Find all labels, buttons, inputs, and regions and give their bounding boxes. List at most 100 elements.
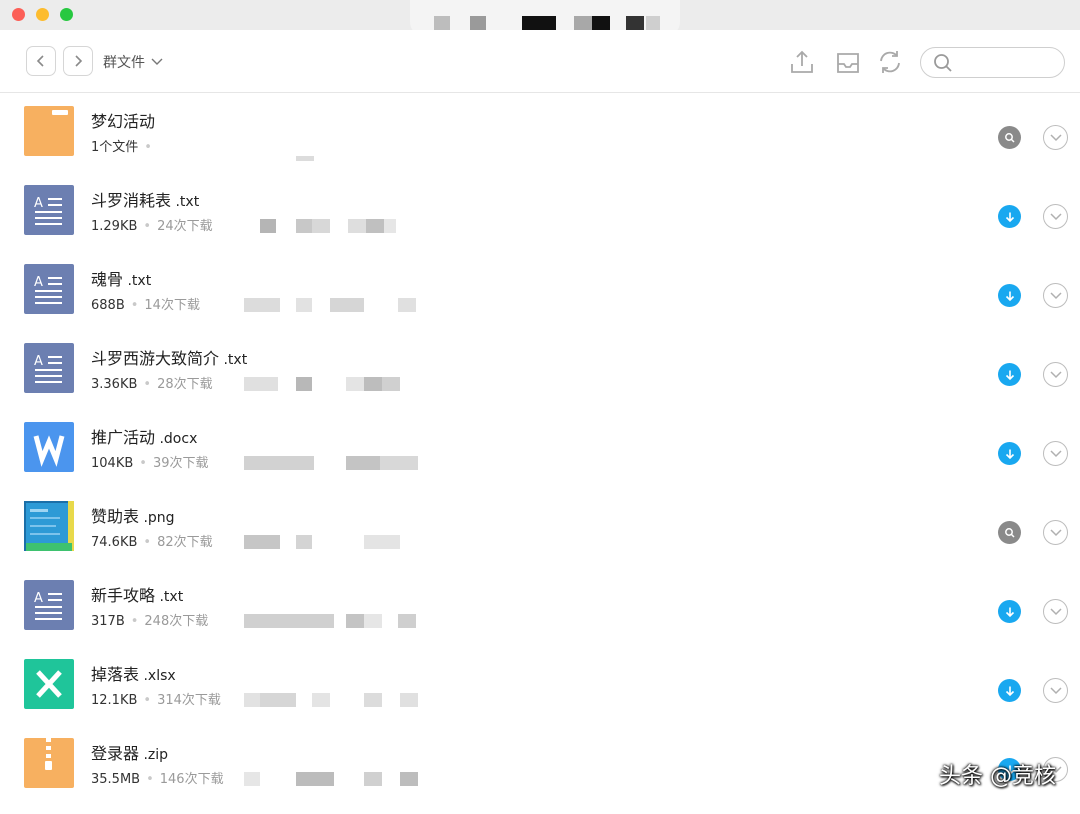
file-extension: .txt [219,352,248,368]
zip-file-icon [24,738,74,788]
file-row[interactable]: A 斗罗西游大致简介 .txt 3.36KB • 28次下载 [0,331,1080,410]
more-options-button[interactable] [1043,678,1068,703]
word-file-icon [24,422,74,472]
search-field[interactable] [920,47,1065,78]
download-arrow-icon [1005,686,1014,696]
file-row[interactable]: A 魂骨 .txt 688B • 14次下载 [0,252,1080,331]
file-name: 斗罗消耗表 .txt [91,187,199,211]
file-size: 1.29KB [91,219,138,234]
file-meta: 3.36KB • 28次下载 [91,373,213,392]
file-extension: .png [139,510,175,526]
chevron-right-icon [75,55,83,67]
folder-dropdown[interactable]: 群文件 [103,52,163,72]
chevron-down-icon [1049,370,1062,378]
meta-separator: • [143,219,152,234]
file-size: 317B [91,614,125,629]
file-basename: 登录器 [91,744,140,763]
file-basename: 新手攻略 [91,586,156,605]
inbox-icon[interactable] [834,48,862,76]
download-button[interactable] [998,679,1021,702]
file-size: 12.1KB [91,693,138,708]
text-file-icon: A [24,343,74,393]
back-button[interactable] [26,46,56,76]
zoom-window-button[interactable] [60,8,73,21]
file-name: 魂骨 .txt [91,266,151,290]
download-button[interactable] [998,284,1021,307]
file-row[interactable]: 梦幻活动 1个文件 • [0,94,1080,173]
svg-text:A: A [34,591,43,606]
meta-separator: • [139,456,147,471]
file-extension: .zip [139,747,169,763]
text-file-icon: A [24,264,74,314]
svg-text:A: A [34,354,43,369]
more-options-button[interactable] [1043,362,1068,387]
upload-icon[interactable] [788,48,816,76]
download-arrow-icon [1005,607,1014,617]
more-options-button[interactable] [1043,520,1068,545]
file-meta: 35.5MB • 146次下载 [91,768,224,787]
meta-separator: • [130,614,139,629]
magnifier-icon [1004,132,1015,143]
file-row[interactable]: 赞助表 .png 74.6KB • 82次下载 [0,489,1080,568]
minimize-window-button[interactable] [36,8,49,21]
download-count: 146次下载 [159,772,224,787]
chevron-down-icon [1049,607,1062,615]
chevron-left-icon [36,55,44,67]
more-options-button[interactable] [1043,599,1068,624]
forward-button[interactable] [63,46,93,76]
file-size: 74.6KB [91,535,138,550]
download-button[interactable] [998,600,1021,623]
download-count: 39次下载 [152,456,209,471]
download-button[interactable] [998,205,1021,228]
file-extension: .xlsx [139,668,176,684]
file-name: 推广活动 .docx [91,424,197,448]
download-arrow-icon [1005,212,1014,222]
more-options-button[interactable] [1043,125,1068,150]
file-size: 688B [91,298,125,313]
preview-button[interactable] [998,521,1021,544]
chevron-down-icon [1049,528,1062,536]
chevron-down-icon [1049,291,1062,299]
preview-button[interactable] [998,126,1021,149]
file-name: 斗罗西游大致简介 .txt [91,345,247,369]
more-options-button[interactable] [1043,441,1068,466]
download-count: 248次下载 [144,614,209,629]
download-button[interactable] [998,363,1021,386]
chevron-down-icon [1049,212,1062,220]
more-options-button[interactable] [1043,283,1068,308]
download-count: 24次下载 [157,219,213,234]
file-basename: 魂骨 [91,270,124,289]
meta-separator: • [130,298,139,313]
file-meta: 688B • 14次下载 [91,294,200,313]
file-basename: 梦幻活动 [91,112,156,131]
file-basename: 斗罗西游大致简介 [91,349,220,368]
file-meta: 317B • 248次下载 [91,610,208,629]
file-row[interactable]: 登录器 .zip 35.5MB • 146次下载 [0,726,1080,805]
file-name: 赞助表 .png [91,503,175,527]
file-basename: 斗罗消耗表 [91,191,172,210]
download-count: 314次下载 [157,693,221,708]
file-size: 104KB [91,456,134,471]
file-name: 梦幻活动 [91,108,155,132]
refresh-icon[interactable] [876,48,904,76]
meta-separator: • [146,772,154,787]
file-row[interactable]: 推广活动 .docx 104KB • 39次下载 [0,410,1080,489]
file-meta: 104KB • 39次下载 [91,452,208,471]
chevron-down-icon [1049,449,1062,457]
file-size: 1个文件 [91,140,139,155]
file-row[interactable]: A 斗罗消耗表 .txt 1.29KB • 24次下载 [0,173,1080,252]
close-window-button[interactable] [12,8,25,21]
search-icon [934,54,952,72]
file-basename: 赞助表 [91,507,140,526]
file-extension: .txt [171,194,200,210]
watermark: 头条 @竞核 [939,764,1056,789]
download-count: 28次下载 [157,377,213,392]
chevron-down-icon [1049,133,1062,141]
file-basename: 掉落表 [91,665,140,684]
download-button[interactable] [998,442,1021,465]
file-row[interactable]: 掉落表 .xlsx 12.1KB • 314次下载 [0,647,1080,726]
more-options-button[interactable] [1043,204,1068,229]
file-meta: 74.6KB • 82次下载 [91,531,213,550]
meta-separator: • [144,140,152,155]
file-row[interactable]: A 新手攻略 .txt 317B • 248次下载 [0,568,1080,647]
